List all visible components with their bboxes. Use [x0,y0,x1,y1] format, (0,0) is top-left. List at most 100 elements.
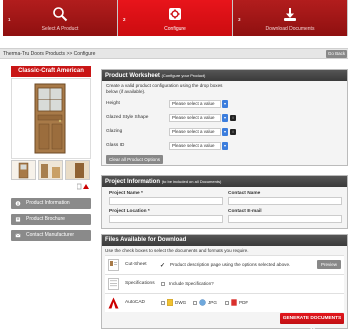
height-select[interactable]: Please select a value [169,100,221,108]
image-tools-icon[interactable] [76,183,89,190]
contact-icon [15,233,21,238]
specifications-desc: Include Specification? [169,281,214,286]
format-label: DWG [175,300,187,305]
product-column: Classic-Craft American [11,66,91,180]
product-main-image [11,78,91,159]
worksheet-subtitle: (Configure your Product) [161,73,206,78]
panel-header: Product Worksheet (Configure your Produc… [102,70,347,81]
room-thumbnail-icon [66,161,89,179]
option-row-height: Height Please select a value ▾ [106,98,343,112]
jpg-checkbox[interactable] [193,301,197,305]
door-thumbnail-icon [18,162,29,179]
project-information-panel: Project Information (to be included on a… [101,175,348,229]
step-download-documents[interactable]: 3 Download Documents [233,0,348,36]
option-label: Height [106,101,120,106]
project-info-subtitle: (to be included on all Documents) [161,179,222,184]
image-tools [76,183,89,192]
go-back-button[interactable]: Go Back [326,50,347,58]
worksheet-intro: Create a valid product configuration usi… [106,83,223,94]
autocad-icon [108,297,119,309]
chevron-down-icon[interactable]: ▾ [222,114,228,122]
info-icon [15,201,21,206]
step-label: Download Documents [265,26,315,32]
specifications-checkbox[interactable] [161,282,165,286]
option-row-glass-id: Glass ID Please select a value ▾ [106,140,343,154]
chevron-down-icon[interactable]: ▾ [222,142,228,150]
project-name-field[interactable] [109,197,223,205]
contact-name-field[interactable] [228,197,342,205]
thumbnail[interactable] [65,160,90,180]
breadcrumb-bar: Therma-Tru Doors Products >> Configure G… [0,48,348,59]
step-tabs: 1 Select A Product 2 Configure 3 Downloa… [3,0,348,36]
jpg-file-icon [199,299,206,306]
project-location-label: Project Location * [109,209,150,214]
help-icon[interactable]: i [230,129,236,135]
pdf-file-icon [231,299,237,306]
button-label: Product Brochure [26,216,65,222]
search-icon [53,7,68,22]
glazing-select[interactable]: Please select a value [169,128,221,136]
thumbnail-strip [11,160,91,180]
step-select-product[interactable]: 1 Select A Product [3,0,118,36]
files-intro: Use the check boxes to select the docume… [105,248,249,253]
cut-sheet-desc: Product description page using the optio… [170,262,291,267]
download-icon [284,8,296,21]
clear-options-button[interactable]: Clear all Product Options [106,155,164,164]
product-title: Classic-Craft American [11,66,91,77]
option-row-glazing: Glazing Please select a value ▾ i [106,126,343,140]
breadcrumb: Therma-Tru Doors Products >> Configure [3,51,96,57]
step-number: 3 [238,17,241,22]
specifications-label: Specifications [125,281,155,286]
button-label: Contact Manufacturer [26,232,75,238]
product-information-button[interactable]: Product Information [11,198,91,209]
contact-name-label: Contact Name [228,191,261,196]
project-location-field[interactable] [109,215,223,223]
contact-email-field[interactable] [228,215,342,223]
panel-header: Project Information (to be included on a… [102,176,347,187]
cut-sheet-icon [108,259,119,271]
brochure-icon [15,217,21,222]
specifications-row: Specifications Include Specification? [105,274,344,293]
project-info-title: Project Information [105,179,161,185]
chevron-down-icon[interactable]: ▾ [222,100,228,108]
cut-sheet-row: Cut-Sheet ✓ Product description page usi… [105,255,344,274]
specifications-icon [108,278,119,290]
glass-id-select[interactable]: Please select a value [169,142,221,150]
panel-header: Files Available for Download [102,235,347,246]
thumbnail[interactable] [38,160,63,180]
format-label: PDF [239,300,249,305]
button-label: Product Information [26,200,70,206]
glazed-style-shape-select[interactable]: Please select a value [169,114,221,122]
product-worksheet-panel: Product Worksheet (Configure your Produc… [101,69,348,166]
cut-sheet-label: Cut-Sheet [125,262,147,267]
project-name-label: Project Name * [109,191,143,196]
step-number: 1 [8,17,11,22]
autocad-label: AutoCAD [125,300,145,305]
option-row-glazed-style-shape: Glazed Style Shape Please select a value… [106,112,343,126]
step-number: 2 [123,17,126,22]
worksheet-title: Product Worksheet [105,73,160,79]
pdf-checkbox[interactable] [225,301,229,305]
step-configure[interactable]: 2 Configure [118,0,233,36]
product-brochure-button[interactable]: Product Brochure [11,214,91,225]
option-label: Glazed Style Shape [106,115,149,120]
dwg-checkbox[interactable] [161,301,165,305]
dwg-file-icon [167,299,173,306]
check-icon[interactable]: ✓ [160,262,165,269]
option-label: Glazing [106,129,123,134]
generate-documents-button[interactable]: GENERATE DOCUMENTS >> [280,313,344,332]
autocad-row: AutoCAD DWG JPG PDF [105,293,344,312]
configure-icon [169,8,181,20]
preview-button[interactable]: Preview [317,260,341,269]
contact-email-label: Contact E-mail [228,209,262,214]
door-image [34,83,66,154]
option-label: Glass ID [106,143,125,148]
chevron-down-icon[interactable]: ▾ [222,128,228,136]
step-label: Configure [164,26,186,32]
step-label: Select A Product [41,26,79,32]
format-label: JPG [208,300,217,305]
thumbnail[interactable] [11,160,36,180]
room-thumbnail-icon [39,161,62,179]
help-icon[interactable]: i [230,115,236,121]
contact-manufacturer-button[interactable]: Contact Manufacturer [11,230,91,241]
